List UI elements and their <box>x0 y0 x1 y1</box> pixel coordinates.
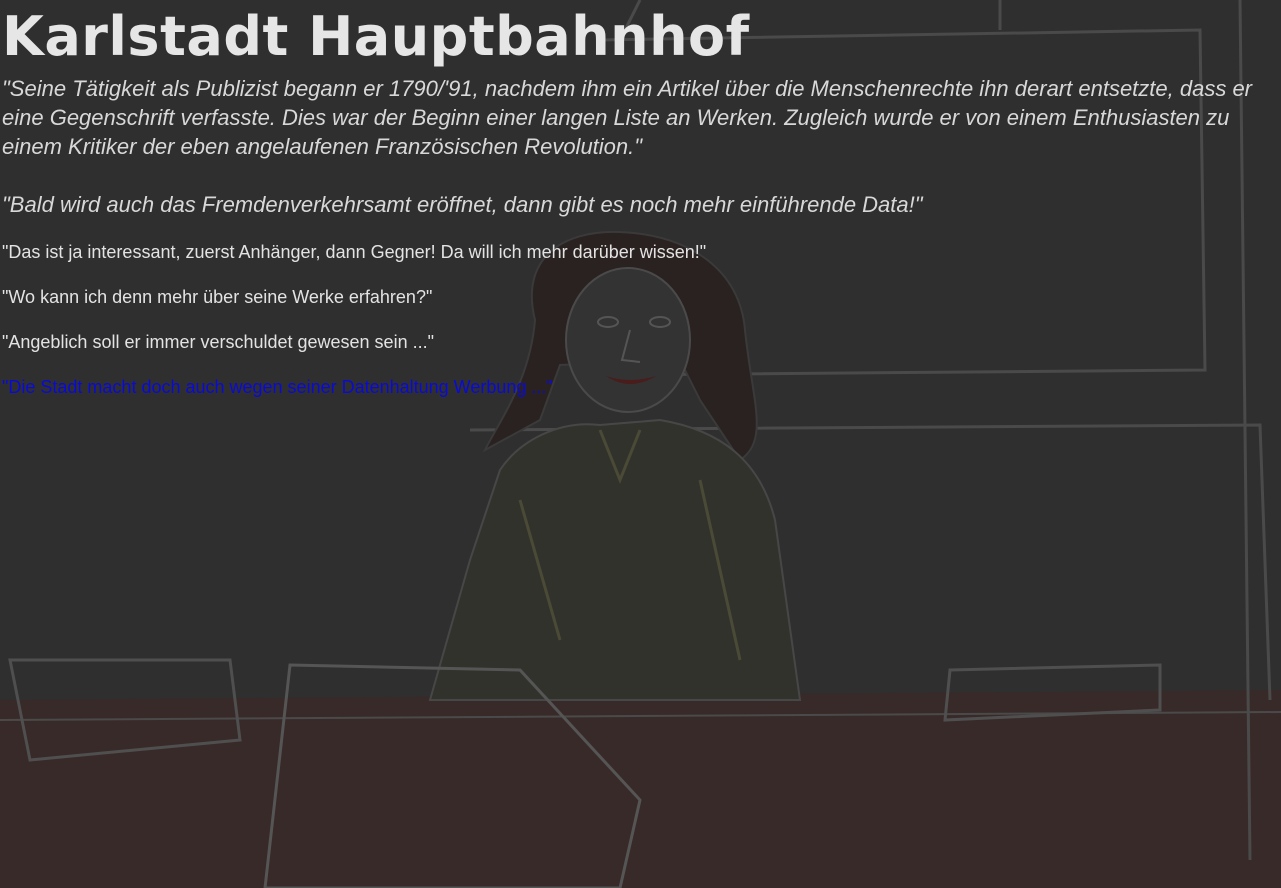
game-scene: Karlstadt Hauptbahnhof "Seine Tätigkeit … <box>0 0 1281 888</box>
dialogue-choice[interactable]: "Angeblich soll er immer verschuldet gew… <box>2 330 434 354</box>
dialogue-choice-highlighted[interactable]: "Die Stadt macht doch auch wegen seiner … <box>2 375 553 399</box>
location-title: Karlstadt Hauptbahnhof <box>2 5 750 68</box>
narration-text: "Bald wird auch das Fremdenverkehrsamt e… <box>2 192 923 217</box>
dialogue-choice[interactable]: "Wo kann ich denn mehr über seine Werke … <box>2 285 432 309</box>
narration-text: "Seine Tätigkeit als Publizist begann er… <box>2 76 1253 159</box>
dialogue-choice[interactable]: "Das ist ja interessant, zuerst Anhänger… <box>2 240 706 264</box>
